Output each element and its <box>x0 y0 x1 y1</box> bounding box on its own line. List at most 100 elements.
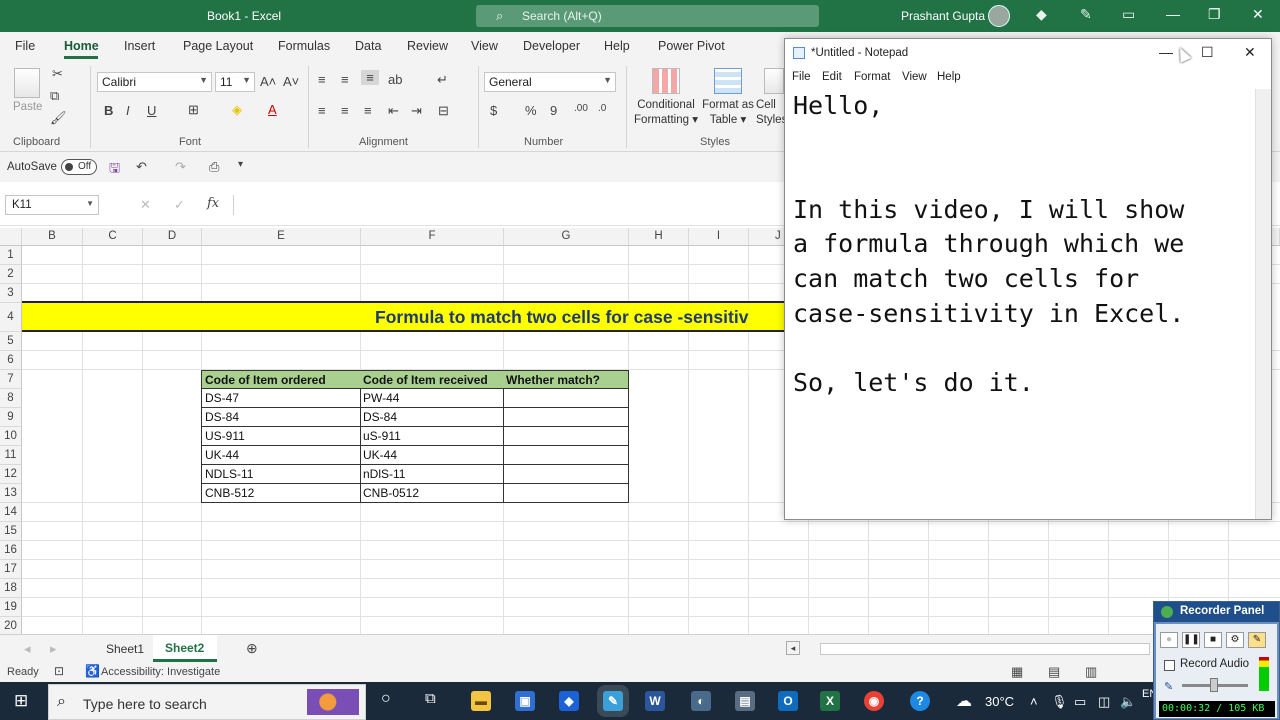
table-cell[interactable] <box>503 389 629 408</box>
record-icon[interactable]: ● <box>1160 632 1178 648</box>
temperature[interactable]: 30°C <box>985 694 1014 709</box>
chevron-up-icon[interactable]: ˄ <box>1030 694 1038 709</box>
app-icon[interactable]: ◐ <box>691 691 711 711</box>
row-header-11[interactable]: 11 <box>0 446 22 465</box>
select-all-corner[interactable] <box>0 228 22 246</box>
maximize-icon[interactable]: ☐ <box>1201 44 1214 61</box>
store-icon[interactable]: ▣ <box>515 691 535 711</box>
borders-icon[interactable]: ⊞ <box>188 102 199 118</box>
app-icon[interactable]: ▤ <box>735 691 755 711</box>
word-icon[interactable]: W <box>645 691 665 711</box>
row-header-18[interactable]: 18 <box>0 579 22 598</box>
column-header-i[interactable]: I <box>689 228 749 246</box>
volume-slider-handle[interactable] <box>1210 678 1218 692</box>
table-cell[interactable]: DS-84 <box>201 408 361 427</box>
print-preview-icon[interactable]: ⎙ <box>209 159 219 175</box>
tab-page-layout[interactable]: Page Layout <box>183 39 253 53</box>
scroll-right-icon[interactable]: ▸ <box>50 641 57 657</box>
table-cell[interactable]: DS-47 <box>201 389 361 408</box>
cancel-icon[interactable]: ✕ <box>140 197 151 213</box>
row-header-19[interactable]: 19 <box>0 598 22 617</box>
align-center-icon[interactable]: ≡ <box>341 103 349 118</box>
column-header-b[interactable]: B <box>22 228 83 246</box>
decrease-decimal-icon[interactable]: .0 <box>598 103 606 114</box>
row-header-2[interactable]: 2 <box>0 265 22 284</box>
row-header-1[interactable]: 1 <box>0 246 22 265</box>
title-banner[interactable]: Formula to match two cells for case -sen… <box>22 301 784 332</box>
font-color-icon[interactable]: A <box>268 102 277 117</box>
record-audio-checkbox[interactable] <box>1164 660 1175 671</box>
taskbar-search[interactable]: ⌕ Type here to search <box>48 684 366 720</box>
row-header-7[interactable]: 7 <box>0 370 22 389</box>
align-right-icon[interactable]: ≡ <box>364 103 372 118</box>
tab-insert[interactable]: Insert <box>124 39 155 53</box>
pen-icon[interactable]: ✎ <box>1080 6 1092 23</box>
increase-indent-icon[interactable]: ⇥ <box>411 103 422 119</box>
cut-icon[interactable]: ✂ <box>52 66 63 82</box>
row-header-15[interactable]: 15 <box>0 522 22 541</box>
row-header-3[interactable]: 3 <box>0 284 22 303</box>
column-header-c[interactable]: C <box>83 228 143 246</box>
notepad-taskbar-icon[interactable]: ✎ <box>603 691 623 711</box>
tab-formulas[interactable]: Formulas <box>278 39 330 53</box>
decrease-indent-icon[interactable]: ⇤ <box>388 103 399 119</box>
table-cell[interactable]: UK-44 <box>360 446 504 465</box>
fill-color-icon[interactable]: ◈ <box>232 102 242 118</box>
recorder-title-bar[interactable]: Recorder Panel <box>1154 602 1279 622</box>
row-header-9[interactable]: 9 <box>0 408 22 427</box>
file-explorer-icon[interactable]: ▬ <box>471 691 491 711</box>
format-painter-icon[interactable]: 🖌 <box>50 110 67 126</box>
increase-font-icon[interactable]: A˄ <box>260 74 276 89</box>
name-box[interactable]: K11 ▼ <box>5 195 99 215</box>
tab-developer[interactable]: Developer <box>523 39 580 53</box>
merge-center-icon[interactable]: ⊟ <box>438 103 449 119</box>
scroll-left-icon[interactable]: ◂ <box>24 641 31 657</box>
user-name[interactable]: Prashant Gupta <box>901 9 985 23</box>
tab-data[interactable]: Data <box>355 39 381 53</box>
avatar[interactable] <box>988 5 1010 27</box>
draw-icon[interactable]: ✎ <box>1248 632 1266 648</box>
page-layout-view-icon[interactable]: ▤ <box>1048 664 1060 680</box>
search-box[interactable]: ⌕ Search (Alt+Q) <box>476 5 819 27</box>
add-sheet-icon[interactable]: ⊕ <box>246 640 258 657</box>
table-cell[interactable]: NDLS-11 <box>201 465 361 484</box>
align-middle-icon[interactable]: ≡ <box>341 72 349 87</box>
menu-help[interactable]: Help <box>937 71 961 83</box>
table-cell[interactable]: nDlS-11 <box>360 465 504 484</box>
italic-icon[interactable]: I <box>126 103 130 118</box>
table-cell[interactable]: US-911 <box>201 427 361 446</box>
tab-power-pivot[interactable]: Power Pivot <box>658 39 725 53</box>
insert-function-button[interactable]: fx <box>207 196 219 211</box>
orientation-icon[interactable]: ab <box>388 72 402 87</box>
accessibility-icon[interactable]: ♿ <box>85 664 100 678</box>
help-icon[interactable]: ? <box>910 691 930 711</box>
align-left-icon[interactable]: ≡ <box>318 103 326 118</box>
table-cell[interactable]: UK-44 <box>201 446 361 465</box>
tab-sheet1[interactable]: Sheet1 <box>106 642 144 656</box>
tab-review[interactable]: Review <box>407 39 448 53</box>
minimize-icon[interactable]: — <box>1166 6 1180 22</box>
column-header-g[interactable]: G <box>504 228 629 246</box>
notepad-window[interactable]: *Untitled - Notepad — ☐ ✕ File Edit Form… <box>784 38 1272 520</box>
table-header-match[interactable]: Whether match? <box>503 370 629 389</box>
conditional-formatting-icon[interactable] <box>652 68 680 94</box>
row-header-8[interactable]: 8 <box>0 389 22 408</box>
menu-format[interactable]: Format <box>854 71 890 83</box>
autosave-toggle[interactable]: Off <box>61 159 97 175</box>
format-as-table-button[interactable]: Format as Table ▾ <box>700 98 756 128</box>
notepad-title-bar[interactable]: *Untitled - Notepad — ☐ ✕ <box>785 39 1271 67</box>
page-break-view-icon[interactable]: ▥ <box>1085 664 1097 680</box>
minimize-icon[interactable]: — <box>1159 44 1173 60</box>
macro-icon[interactable]: ⊡ <box>54 664 64 678</box>
align-top-icon[interactable]: ≡ <box>318 72 326 87</box>
stop-icon[interactable]: ■ <box>1204 632 1222 648</box>
notepad-text-area[interactable]: Hello, In this video, I will show a form… <box>793 89 1253 400</box>
formula-input[interactable] <box>233 195 793 215</box>
table-cell[interactable] <box>503 465 629 484</box>
dropbox-icon[interactable]: ◆ <box>559 691 579 711</box>
row-header-6[interactable]: 6 <box>0 351 22 370</box>
table-cell[interactable] <box>503 408 629 427</box>
row-header-5[interactable]: 5 <box>0 332 22 351</box>
cell-styles-icon[interactable] <box>764 68 784 94</box>
pause-icon[interactable]: ❚❚ <box>1182 632 1200 648</box>
